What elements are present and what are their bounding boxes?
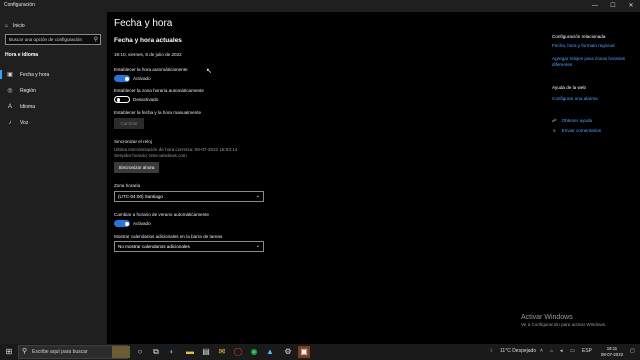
title-bar: Configuración — ☐ ✕	[0, 0, 640, 12]
get-help-item[interactable]: ☍ Obtener ayuda	[552, 118, 592, 124]
dst-label: Cambiar a horario de verano automáticame…	[114, 212, 209, 217]
taskbar-clock[interactable]: 19:11 08-07-2022	[601, 346, 623, 358]
mouse-cursor-icon: ↖	[206, 68, 212, 75]
taskbar: ⊞ ⚲ Escribe aquí para buscar ○ ⧉ ◐ ▬ ▤ ✉…	[0, 344, 640, 360]
sidebar-item-idioma[interactable]: A Idioma	[0, 99, 107, 114]
start-button[interactable]: ⊞	[4, 347, 14, 357]
settings-search-input[interactable]: Buscar una opción de configuración ⚲	[5, 34, 101, 45]
taskbar-date: 08-07-2022	[601, 352, 623, 357]
edge-icon[interactable]: ◐	[166, 346, 178, 358]
calendars-select[interactable]: No mostrar calendarios adicionales ⌄	[114, 241, 264, 252]
search-highlight-icon[interactable]	[112, 346, 130, 358]
volume-icon[interactable]: ◂	[560, 348, 563, 354]
taskbar-search-placeholder: Escribe aquí para buscar	[32, 349, 88, 355]
page-title: Fecha y hora	[114, 18, 173, 29]
sidebar-item-voz[interactable]: ♪ Voz	[0, 115, 107, 130]
feedback-icon: ☺	[552, 128, 557, 133]
auto-zone-toggle[interactable]	[114, 96, 130, 103]
section-title: Hora e idioma	[5, 52, 39, 58]
language-icon: A	[7, 103, 12, 110]
feedback-item[interactable]: ☺ Enviar comentarios	[552, 128, 601, 133]
current-datetime: 19:10, viernes, 8 de julio de 2022	[114, 52, 182, 57]
change-button[interactable]: Cambiar	[114, 118, 144, 129]
minimize-button[interactable]: —	[586, 0, 604, 12]
network-icon[interactable]: ⌂	[550, 348, 553, 354]
related-settings-title: Configuración relacionada	[552, 34, 606, 39]
auto-time-toggle[interactable]	[114, 75, 130, 82]
dst-state: Activado	[133, 221, 151, 226]
auto-time-label: Establecer la hora automáticamente	[114, 67, 188, 72]
search-placeholder: Buscar una opción de configuración	[9, 37, 83, 42]
sync-heading: Sincronizar el reloj	[114, 139, 152, 144]
weather-text[interactable]: 11°C Despejado	[500, 348, 536, 354]
search-icon: ⚲	[22, 348, 28, 355]
weather-icon[interactable]: ☾	[490, 348, 494, 354]
sidebar-item-label: Región	[20, 87, 36, 94]
chevron-up-icon[interactable]: ˄	[540, 348, 543, 354]
sidebar-item-fecha-y-hora[interactable]: ▣ Fecha y hora	[0, 67, 107, 82]
time-server-text: Servidor horario: time.windows.com	[114, 153, 187, 158]
dst-toggle[interactable]	[114, 220, 130, 227]
calendars-label: Mostrar calendarios adicionales en la ba…	[114, 234, 223, 239]
file-explorer-icon[interactable]: ▬	[184, 346, 196, 358]
search-icon: ⚲	[93, 37, 98, 43]
activation-watermark: Activar Windows Ve a Configuración para …	[521, 314, 606, 327]
home-icon: ⌂	[5, 23, 9, 29]
calendar-clock-icon: ▣	[7, 72, 13, 78]
timezone-label: Zona horaria	[114, 183, 141, 188]
window-title: Configuración	[4, 2, 35, 8]
cortana-icon[interactable]: ○	[134, 346, 146, 358]
auto-zone-label: Establecer la zona horaria automáticamen…	[114, 88, 204, 93]
add-clocks-link[interactable]: Agregar relojes para zonas horarias dife…	[552, 56, 630, 68]
mail-icon[interactable]: ✉	[216, 346, 228, 358]
timezone-select[interactable]: (UTC-04:00) Santiago ⌄	[114, 191, 264, 202]
battery-icon[interactable]: ▭	[570, 348, 575, 354]
sidebar: ⌂ Inicio Buscar una opción de configurac…	[0, 12, 107, 344]
globe-icon: ◎	[7, 88, 13, 94]
current-datetime-heading: Fecha y hora actuales	[114, 37, 182, 44]
notifications-icon[interactable]: ▢	[630, 348, 635, 354]
settings-gear-icon[interactable]: ⚙	[282, 346, 294, 358]
microphone-icon: ♪	[8, 119, 12, 126]
sidebar-item-label: Idioma	[20, 103, 36, 110]
sidebar-item-label: Fecha y hora	[20, 71, 50, 78]
help-chat-icon: ☍	[552, 118, 557, 123]
last-sync-text: Última sincronización de hora correcta: …	[114, 147, 238, 152]
sidebar-item-region[interactable]: ◎ Región	[0, 83, 107, 98]
chevron-down-icon: ⌄	[255, 243, 260, 249]
language-indicator[interactable]: ESP	[582, 348, 592, 354]
maximize-button[interactable]: ☐	[604, 0, 622, 12]
opera-icon[interactable]: ◯	[232, 346, 244, 358]
photos-icon[interactable]: ▲	[264, 346, 276, 358]
whatsapp-icon[interactable]: ◉	[248, 346, 260, 358]
task-view-icon[interactable]: ⧉	[150, 346, 162, 358]
auto-zone-state: Desactivado	[133, 97, 159, 102]
set-alarm-link[interactable]: Configurar una alarma	[552, 96, 598, 101]
auto-time-state: Activado	[133, 76, 151, 81]
store-icon[interactable]: ▤	[200, 346, 212, 358]
home-nav-item[interactable]: ⌂ Inicio	[5, 20, 25, 32]
web-help-title: Ayuda de la web	[552, 85, 586, 90]
close-button[interactable]: ✕	[622, 0, 640, 12]
calendars-value: No mostrar calendarios adicionales	[118, 244, 190, 249]
sidebar-item-label: Voz	[20, 119, 29, 126]
sync-now-button[interactable]: Sincronizar ahora	[114, 162, 159, 173]
activation-subtitle: Ve a Configuración para activar Windows.	[521, 322, 607, 327]
home-label: Inicio	[13, 23, 25, 29]
regional-format-link[interactable]: Fecha, hora y formato regional	[552, 43, 632, 48]
timezone-value: (UTC-04:00) Santiago	[118, 194, 163, 199]
get-help-link[interactable]: Obtener ayuda	[562, 118, 592, 124]
feedback-link[interactable]: Enviar comentarios	[562, 128, 601, 133]
chevron-down-icon: ⌄	[255, 193, 260, 199]
manual-time-label: Establecer la fecha y la hora manualment…	[114, 110, 202, 115]
active-app-icon[interactable]: ▣	[298, 346, 310, 358]
activation-title: Activar Windows	[521, 314, 573, 321]
